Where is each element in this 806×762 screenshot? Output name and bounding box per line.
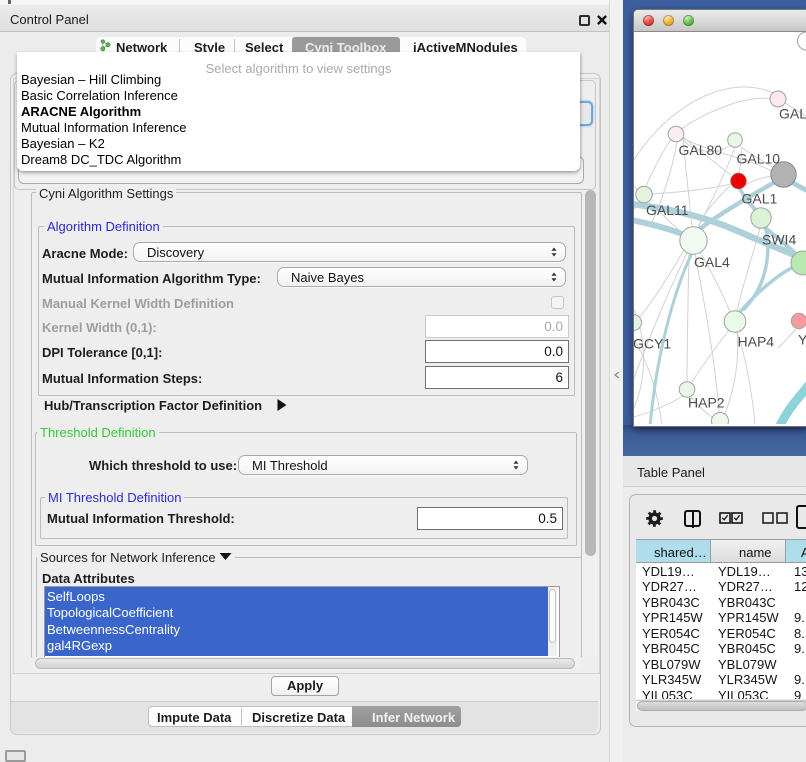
svg-text:GAL7: GAL7 [779,106,806,122]
svg-text:GAL80: GAL80 [679,142,723,158]
svg-text:HAP4: HAP4 [738,334,775,350]
svg-text:GAL4: GAL4 [694,254,730,270]
svg-text:GAL11: GAL11 [646,202,689,218]
svg-text:GAL1: GAL1 [742,191,778,207]
svg-text:GCY1: GCY1 [634,336,671,352]
svg-text:SWI4: SWI4 [762,232,796,248]
svg-text:HAP2: HAP2 [688,395,725,411]
svg-text:GAL10: GAL10 [737,151,781,167]
svg-text:Y: Y [798,332,806,348]
